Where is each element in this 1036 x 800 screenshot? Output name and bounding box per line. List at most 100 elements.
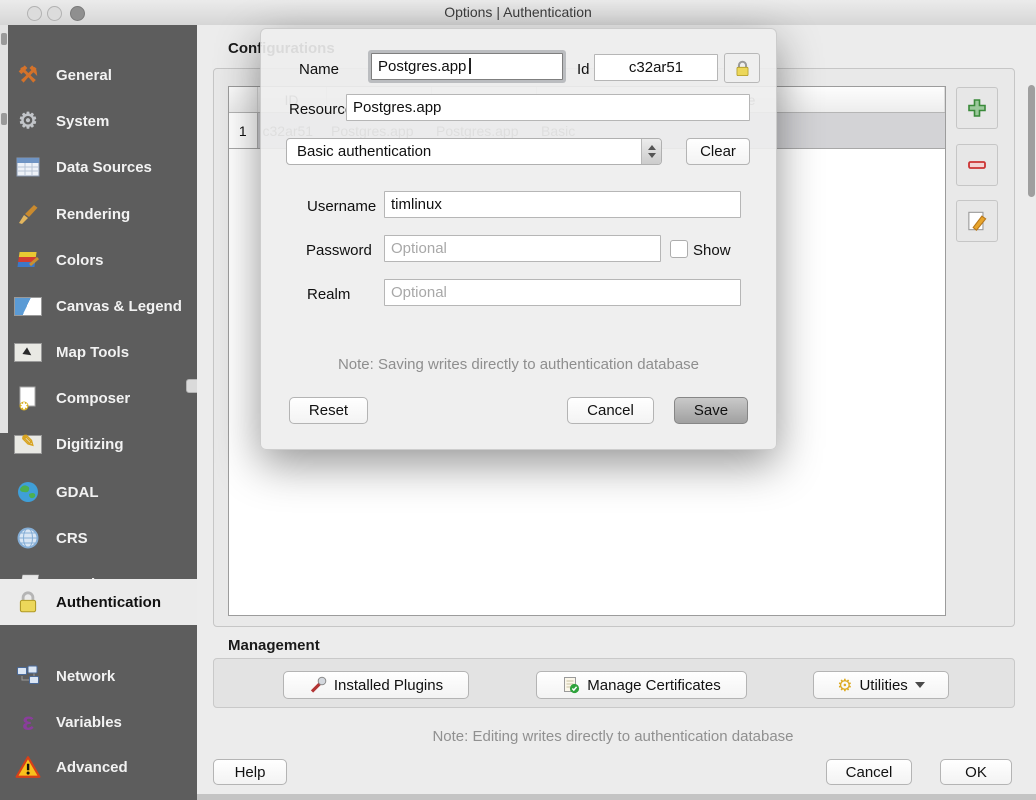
sidebar-item-composer[interactable]: ✱ Composer: [0, 375, 197, 421]
manage-certificates-button[interactable]: Manage Certificates: [536, 671, 747, 699]
tools-icon: ⚒: [12, 60, 44, 90]
password-label: Password: [306, 242, 372, 259]
sidebar-item-general[interactable]: ⚒ General: [0, 52, 197, 98]
network-computers-icon: [12, 661, 44, 691]
sidebar-item-map-tools[interactable]: Map Tools: [0, 329, 197, 375]
show-label: Show: [693, 242, 731, 259]
vertical-scrollbar-thumb[interactable]: [1028, 85, 1035, 197]
warning-icon: [12, 752, 44, 782]
clear-label: Clear: [700, 143, 736, 160]
remove-configuration-button[interactable]: [956, 144, 998, 186]
sidebar-item-label: Authentication: [56, 594, 161, 611]
edit-pencil-icon: [964, 208, 990, 234]
sidebar-item-label: Composer: [56, 390, 130, 407]
window-bottom-edge: [197, 794, 1036, 800]
sidebar-item-gdal[interactable]: GDAL: [0, 469, 197, 515]
sidebar-item-label: Data Sources: [56, 159, 152, 176]
sidebar-item-label: GDAL: [56, 484, 99, 501]
cancel-button[interactable]: Cancel: [826, 759, 912, 785]
gear-wrench-icon: ⚙: [12, 106, 44, 136]
help-label: Help: [235, 764, 266, 781]
edit-configuration-button[interactable]: [956, 200, 998, 242]
globe-icon: [12, 477, 44, 507]
sidebar-item-system[interactable]: ⚙ System: [0, 98, 197, 144]
save-button[interactable]: Save: [674, 397, 748, 424]
map-pencil-icon: ✎: [12, 429, 44, 459]
management-label: Management: [228, 637, 320, 654]
map-canvas-icon: [12, 291, 44, 321]
options-window: Options | Authentication ⚒ General ⚙ Sys…: [0, 0, 1036, 800]
dialog-cancel-button[interactable]: Cancel: [567, 397, 654, 424]
certificate-icon: [562, 676, 580, 694]
utilities-label: Utilities: [859, 677, 907, 694]
saving-note: Note: Saving writes directly to authenti…: [261, 356, 776, 373]
row-number-cell[interactable]: 1: [229, 113, 257, 149]
background-icon: [1, 33, 7, 45]
svg-text:✱: ✱: [20, 401, 28, 411]
minus-icon: [965, 153, 989, 177]
paintbrush-icon: [12, 199, 44, 229]
ok-button[interactable]: OK: [940, 759, 1012, 785]
id-field: [594, 54, 718, 81]
dropdown-arrow-icon: [915, 682, 925, 688]
sidebar-item-label: Advanced: [56, 759, 128, 776]
sidebar-item-crs[interactable]: CRS: [0, 515, 197, 561]
reset-label: Reset: [309, 402, 348, 419]
name-input[interactable]: [371, 53, 563, 80]
installed-plugins-button[interactable]: Installed Plugins: [283, 671, 469, 699]
auth-method-value: Basic authentication: [297, 143, 431, 160]
sidebar-item-digitizing[interactable]: ✎ Digitizing: [0, 421, 197, 467]
dialog-cancel-label: Cancel: [587, 402, 634, 419]
realm-label: Realm: [307, 286, 350, 303]
ok-label: OK: [965, 764, 987, 781]
sidebar-item-network[interactable]: Network: [0, 653, 197, 699]
username-label: Username: [307, 198, 376, 215]
resource-input[interactable]: [346, 94, 750, 121]
color-ribbons-icon: [12, 245, 44, 275]
auth-method-dropdown[interactable]: Basic authentication: [286, 138, 662, 165]
reset-button[interactable]: Reset: [289, 397, 368, 424]
name-label: Name: [299, 61, 339, 78]
sidebar-item-label: CRS: [56, 530, 88, 547]
resource-label: Resource: [289, 101, 353, 118]
title-bar: Options | Authentication: [0, 0, 1036, 26]
sidebar-item-authentication[interactable]: Authentication: [0, 579, 197, 625]
sidebar-item-label: Map Tools: [56, 344, 129, 361]
page-asterisk-icon: ✱: [12, 383, 44, 413]
sidebar-item-canvas-legend[interactable]: Canvas & Legend: [0, 283, 197, 329]
password-input[interactable]: [384, 235, 661, 262]
username-input[interactable]: [384, 191, 741, 218]
sidebar-item-variables[interactable]: ε Variables: [0, 699, 197, 745]
edit-authentication-dialog: Name Id Resource Basic authentication Cl…: [260, 28, 777, 450]
help-button[interactable]: Help: [213, 759, 287, 785]
realm-input[interactable]: [384, 279, 741, 306]
save-label: Save: [694, 402, 728, 419]
sidebar-item-advanced[interactable]: Advanced: [0, 744, 197, 790]
utilities-button[interactable]: ⚙ Utilities: [813, 671, 949, 699]
sidebar-item-data-sources[interactable]: Data Sources: [0, 144, 197, 190]
add-configuration-button[interactable]: [956, 87, 998, 129]
sidebar-item-label: Digitizing: [56, 436, 124, 453]
wrench-icon: [309, 676, 327, 694]
id-lock-button[interactable]: [724, 53, 760, 83]
installed-plugins-label: Installed Plugins: [334, 677, 443, 694]
epsilon-icon: ε: [12, 707, 44, 737]
show-password-checkbox[interactable]: [670, 240, 688, 258]
window-title: Options | Authentication: [0, 4, 1036, 20]
sidebar-item-label: System: [56, 113, 109, 130]
map-cursor-icon: [12, 337, 44, 367]
lock-icon: [12, 587, 44, 617]
clear-button[interactable]: Clear: [686, 138, 750, 165]
plus-icon: [965, 96, 989, 120]
row-number-header[interactable]: [229, 87, 257, 113]
id-label: Id: [577, 61, 590, 78]
sidebar-item-colors[interactable]: Colors: [0, 237, 197, 283]
manage-certificates-label: Manage Certificates: [587, 677, 720, 694]
globe-grid-icon: [12, 523, 44, 553]
sidebar-item-rendering[interactable]: Rendering: [0, 191, 197, 237]
cancel-label: Cancel: [846, 764, 893, 781]
gear-icon: ⚙: [837, 677, 852, 694]
sidebar-item-label: Network: [56, 668, 115, 685]
text-caret: [469, 58, 471, 74]
lock-icon: [733, 59, 752, 78]
